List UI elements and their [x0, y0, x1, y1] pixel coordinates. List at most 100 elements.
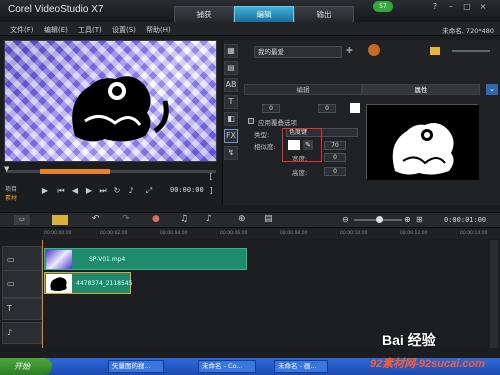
timeline-toolbar — [0, 212, 500, 228]
go-end-icon[interactable]: ⏭ — [98, 186, 108, 196]
tiger-mask-graphic — [367, 105, 479, 180]
type-label: 类型: — [254, 131, 270, 139]
collapse-icon[interactable]: ⌄ — [486, 84, 498, 95]
scrub-bar[interactable] — [6, 170, 216, 173]
annotation-highlight — [282, 128, 322, 162]
menu-tools[interactable]: 工具(T) — [78, 25, 102, 35]
video-clip-label: SP-V01.mp4 — [89, 256, 126, 263]
go-start-icon[interactable]: ⏮ — [56, 186, 66, 196]
zoom-out-icon[interactable]: ⊖ — [342, 215, 349, 224]
opacity-field[interactable]: 0 — [318, 104, 336, 113]
duration-field[interactable]: 0 — [262, 104, 280, 113]
mark-in-icon[interactable]: [ — [206, 172, 216, 182]
subtitle-icon[interactable]: ▤ — [264, 214, 273, 224]
maximize-icon[interactable]: □ — [462, 2, 472, 12]
tab-edit-options[interactable]: 编辑 — [244, 84, 362, 95]
menu-edit[interactable]: 编辑(E) — [44, 25, 68, 35]
project-info: 未命名, 720*480 — [442, 27, 494, 35]
motion-tracking-icon[interactable]: ⊕ — [238, 214, 246, 224]
mark-out-icon[interactable]: ] — [206, 186, 216, 196]
zoom-handle[interactable] — [376, 216, 383, 223]
similarity-label: 相似度: — [254, 143, 276, 151]
trim-range[interactable] — [40, 169, 110, 174]
zoom-in-icon[interactable]: ⊕ — [404, 215, 411, 224]
close-icon[interactable]: × — [478, 2, 488, 12]
prev-frame-icon[interactable]: ◀ — [70, 186, 80, 196]
timeline-timecode[interactable]: 0:00:01:00 — [444, 216, 486, 224]
auto-music-icon[interactable]: ♪ — [206, 214, 212, 224]
repeat-icon[interactable]: ↻ — [112, 186, 122, 196]
height-label: 高度: — [292, 169, 308, 177]
clip-thumbnail — [46, 250, 72, 269]
fit-project-icon[interactable]: ⊞ — [416, 215, 423, 224]
playhead[interactable] — [42, 240, 43, 348]
volume-icon[interactable]: ♪ — [126, 186, 136, 196]
height-field[interactable]: 0 — [324, 167, 346, 176]
ruler-tick: 00:00:04:00 — [160, 231, 188, 236]
menu-help[interactable]: 帮助(H) — [146, 25, 171, 35]
overlay-clip-label: 4478374_2118545 — [76, 280, 133, 287]
border-color-swatch[interactable] — [350, 103, 360, 113]
audio-mixer-icon[interactable]: ♫ — [180, 214, 188, 224]
voice-track-icon: ♪ — [7, 328, 13, 337]
path-icon[interactable]: ↯ — [224, 146, 238, 160]
apply-overlay-checkbox[interactable] — [248, 118, 254, 124]
graphic-icon[interactable]: ◧ — [224, 112, 238, 126]
task-vector-search[interactable]: 矢量图的搜... — [108, 360, 164, 373]
overlay-clip[interactable]: 4478374_2118545 — [44, 272, 133, 294]
fullscreen-icon[interactable]: ⤢ — [144, 186, 154, 196]
tab-edit[interactable]: 编辑 — [234, 6, 294, 22]
ruler-tick: 00:00:12:00 — [400, 231, 428, 236]
record-icon[interactable]: ● — [152, 214, 160, 224]
ruler-tick: 00:00:06:00 — [220, 231, 248, 236]
start-button[interactable]: 开始 — [0, 358, 52, 375]
notification-badge[interactable]: 57 — [373, 1, 393, 12]
apply-overlay-label: 应用覆叠选项 — [258, 119, 297, 127]
add-icon[interactable]: ✚ — [346, 46, 353, 55]
title-icon[interactable]: T — [224, 95, 238, 109]
similarity-field[interactable]: 70 — [324, 141, 346, 150]
voice-track-header[interactable]: ♪ — [2, 322, 42, 344]
tab-output[interactable]: 输出 — [294, 6, 354, 22]
ruler-tick: 00:00:10:00 — [340, 231, 368, 236]
tab-capture[interactable]: 捕获 — [174, 6, 234, 22]
player-preview[interactable] — [4, 40, 217, 162]
overlay-track-icon: ▭ — [7, 279, 15, 288]
scrub-handle-icon[interactable]: ▼ — [4, 165, 9, 173]
baidu-watermark: Bai 经验 — [382, 332, 436, 348]
storyboard-view-icon[interactable]: ▭ — [14, 215, 30, 225]
redo-icon[interactable]: ↷ — [122, 214, 130, 224]
media-icon[interactable]: ▦ — [224, 44, 238, 58]
library-select[interactable]: 我的最爱 — [254, 46, 342, 58]
folder-icon[interactable] — [430, 47, 440, 55]
task-paint[interactable]: 未命名 - 画... — [274, 360, 328, 373]
tiger-graphic — [72, 76, 169, 142]
mode-clip[interactable]: 素材 — [5, 193, 17, 202]
menu-file[interactable]: 文件(F) — [10, 25, 34, 35]
player-timecode[interactable]: 00:00:00 — [170, 186, 204, 194]
mask-preview — [366, 104, 479, 180]
play-icon[interactable]: ▶ — [40, 186, 50, 196]
transition-icon[interactable]: AB — [224, 78, 238, 92]
title-track-header[interactable]: T — [2, 298, 42, 320]
thumb-size-slider[interactable] — [452, 50, 490, 52]
menu-settings[interactable]: 设置(S) — [112, 25, 136, 35]
timeline-view-icon[interactable] — [52, 215, 68, 225]
instant-project-icon[interactable]: ▤ — [224, 61, 238, 75]
overlay-track-header[interactable]: ▭ — [2, 270, 42, 298]
tab-attributes[interactable]: 属性 — [362, 84, 480, 95]
width-field[interactable]: 0 — [324, 153, 346, 162]
mode-project[interactable]: 项目 — [5, 184, 17, 193]
video-track-icon: ▭ — [7, 255, 15, 264]
ruler-tick: 00:00:02:00 — [100, 231, 128, 236]
gallery-icon[interactable] — [368, 44, 380, 56]
minimize-icon[interactable]: – — [446, 2, 456, 12]
undo-icon[interactable]: ↶ — [92, 214, 100, 224]
task-corel[interactable]: 未命名 - Co... — [198, 360, 256, 373]
video-clip[interactable]: SP-V01.mp4 — [44, 248, 247, 270]
next-frame-icon[interactable]: ▶ — [84, 186, 94, 196]
timeline-scrollbar[interactable] — [490, 240, 498, 348]
help-icon[interactable]: ? — [430, 2, 440, 12]
ruler-tick: 00:00:14:00 — [460, 231, 488, 236]
filter-icon[interactable]: FX — [224, 129, 238, 143]
